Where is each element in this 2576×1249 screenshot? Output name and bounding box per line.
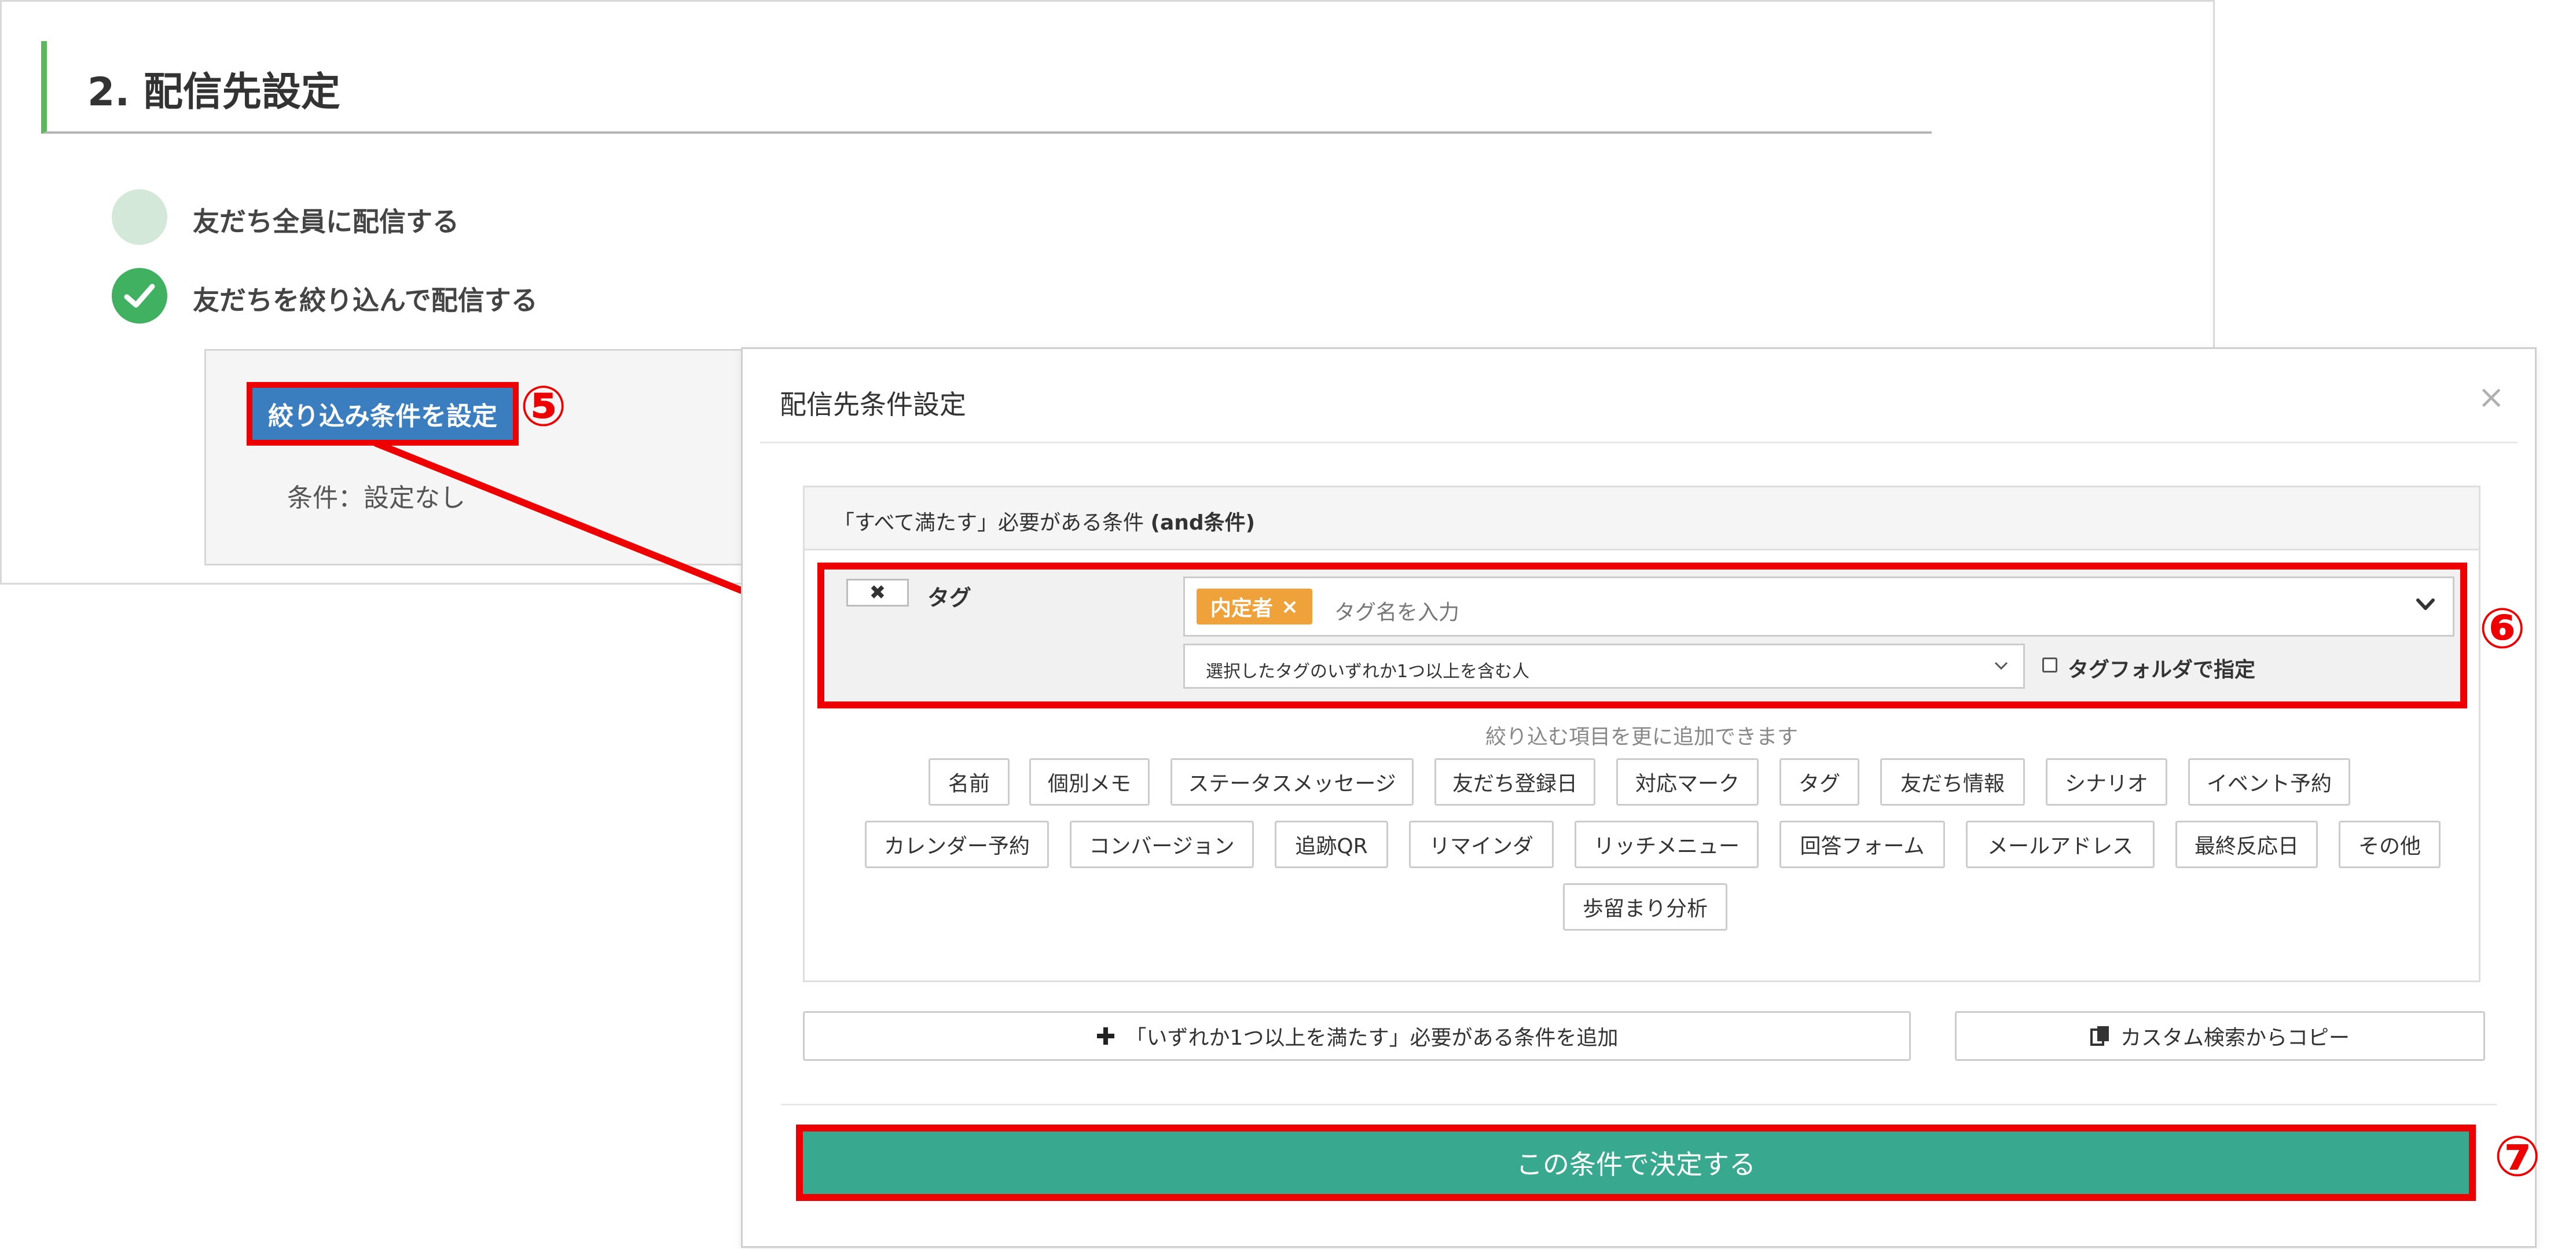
tag-folder-checkbox[interactable] [2042,657,2057,673]
condition-group-header: 「すべて満たす」必要がある条件 (and条件) [805,487,2479,550]
add-item-memo[interactable]: 個別メモ [1029,758,1150,806]
remove-condition-button[interactable]: ✖ [846,579,909,607]
add-item-event-booking[interactable]: イベント予約 [2188,758,2350,806]
and-condition-group: 「すべて満たす」必要がある条件 (and条件) ✖ タグ 内定者 × タグ名を入… [803,486,2480,982]
select-arrow-icon [1994,662,2008,670]
copy-from-custom-search-button[interactable]: カスタム検索からコピー [1955,1011,2485,1061]
group-title-and: (and条件) [1150,511,1256,535]
add-item-yield-analysis[interactable]: 歩留まり分析 [1563,883,1727,931]
group-title-text: 「すべて満たす」必要がある条件 [834,511,1144,535]
add-item-scenario[interactable]: シナリオ [2046,758,2167,806]
add-item-tracking-qr[interactable]: 追跡QR [1275,821,1388,868]
confirm-conditions-button[interactable]: この条件で決定する [796,1125,2476,1201]
chevron-down-icon[interactable] [2416,598,2435,612]
condition-group-title: 「すべて満たす」必要がある条件 (and条件) [834,506,1255,536]
remove-icon: ✖ [869,581,886,604]
tag-chip: 内定者 × [1197,589,1312,624]
add-item-other[interactable]: その他 [2339,821,2441,868]
tag-input-placeholder: タグ名を入力 [1334,601,1460,624]
condition-type-label: タグ [927,585,972,611]
add-item-calendar-booking[interactable]: カレンダー予約 [865,821,1049,868]
tag-match-selected-value: 選択したタグのいずれか1つ以上を含む人 [1206,662,1530,682]
add-or-condition-button[interactable]: 「いずれか1つ以上を満たす」必要がある条件を追加 [803,1011,1911,1061]
add-item-rich-menu[interactable]: リッチメニュー [1575,821,1759,868]
add-item-email-address[interactable]: メールアドレス [1966,821,2155,868]
step-marker-7: ⑦ [2494,1124,2541,1189]
add-item-friend-info[interactable]: 友だち情報 [1880,758,2025,806]
add-item-status-message[interactable]: ステータスメッセージ [1170,758,1414,806]
add-item-response-mark[interactable]: 対応マーク [1616,758,1759,806]
add-items-hint: 絞り込む項目を更に追加できます [1485,725,1798,749]
delivery-condition-modal: 配信先条件設定 × 「すべて満たす」必要がある条件 (and条件) ✖ タグ 内… [741,347,2537,1248]
tag-match-select[interactable]: 選択したタグのいずれか1つ以上を含む人 [1183,644,2025,689]
add-or-condition-label: 「いずれか1つ以上を満たす」必要がある条件を追加 [1125,1026,1619,1050]
modal-title: 配信先条件設定 [780,389,966,420]
close-icon[interactable]: × [2478,381,2505,414]
copy-icon [2090,1025,2110,1047]
plus-icon [1096,1026,1115,1046]
tag-condition-row: ✖ タグ 内定者 × タグ名を入力 選択したタグのいずれか1つ以上を含む人 タグ… [817,563,2467,708]
add-item-tag[interactable]: タグ [1779,758,1859,806]
add-item-reminder[interactable]: リマインダ [1409,821,1554,868]
step-marker-6: ⑥ [2479,596,2526,661]
copy-from-custom-search-label: カスタム検索からコピー [2120,1026,2350,1050]
modal-divider [760,442,2518,443]
add-item-registration-date[interactable]: 友だち登録日 [1434,758,1595,806]
footer-divider [781,1104,2497,1105]
tag-chip-remove-icon[interactable]: × [1281,595,1298,619]
add-item-last-reaction-date[interactable]: 最終反応日 [2175,821,2318,868]
add-item-answer-form[interactable]: 回答フォーム [1779,821,1945,868]
tag-chip-label: 内定者 [1210,597,1273,620]
tag-folder-label: タグフォルダで指定 [2068,658,2256,682]
add-item-name[interactable]: 名前 [929,758,1010,806]
tag-input[interactable]: 内定者 × タグ名を入力 [1183,576,2454,637]
add-item-conversion[interactable]: コンバージョン [1070,821,1254,868]
